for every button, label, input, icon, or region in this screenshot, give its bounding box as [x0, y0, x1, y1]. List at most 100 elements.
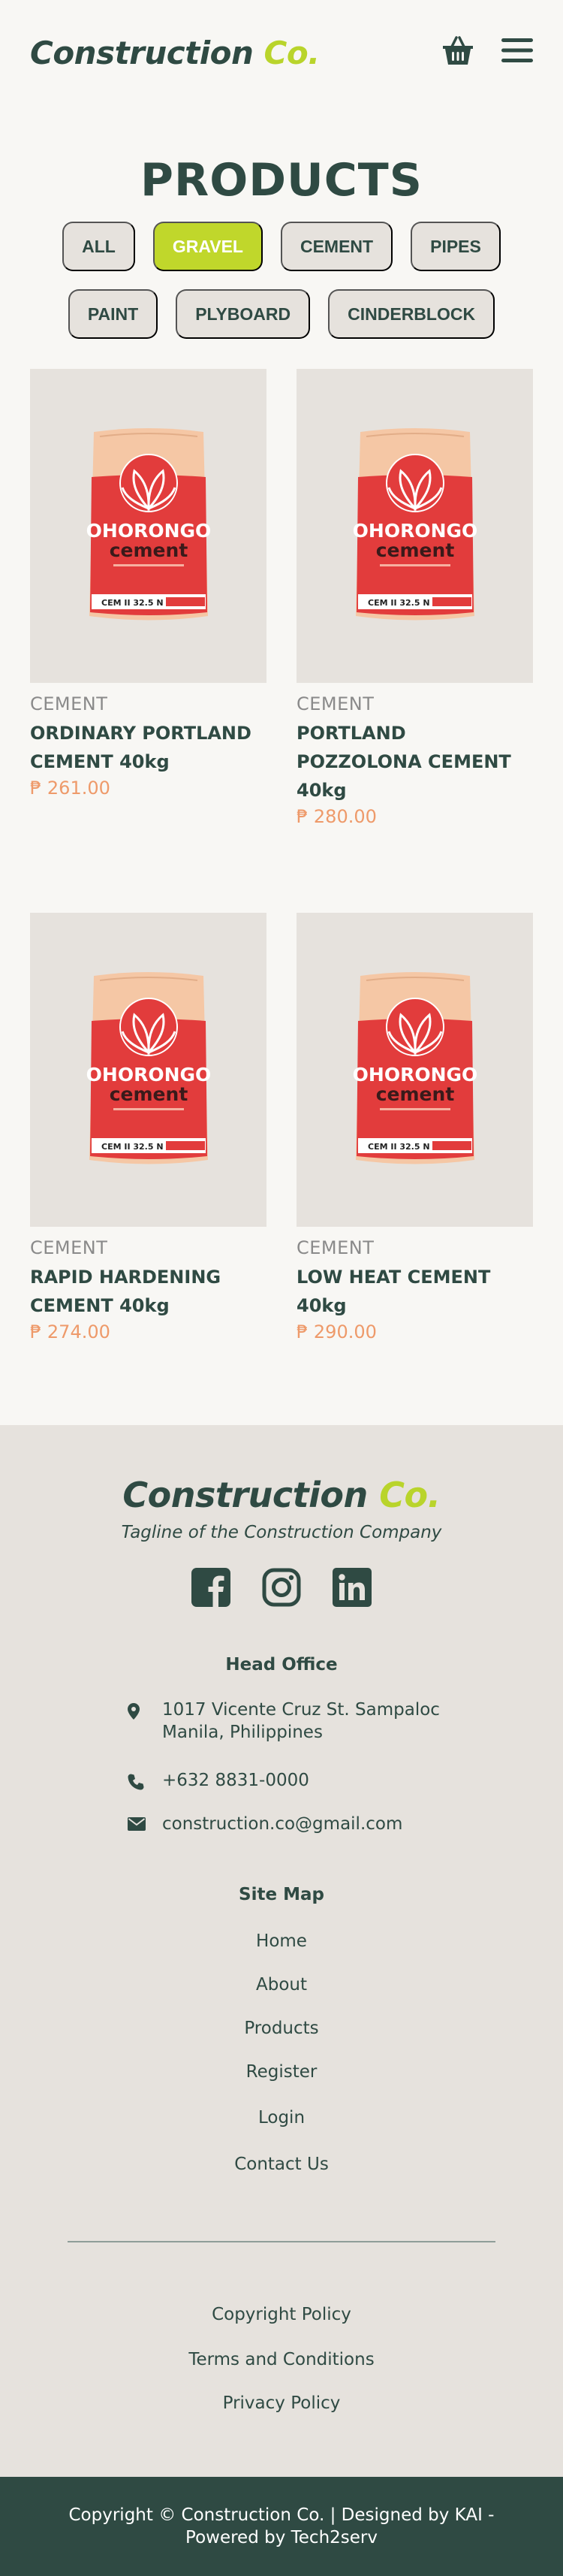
- bag-label-stripe: [165, 1141, 205, 1150]
- bag-label-stripe: [165, 597, 205, 606]
- footer-logo[interactable]: Construction Co.: [0, 1475, 563, 1515]
- site-map-links: Home About Products Register Login Conta…: [0, 1919, 563, 2187]
- sitemap-link-register[interactable]: Register: [0, 2050, 563, 2094]
- phone-row[interactable]: +632 8831-0000: [128, 1769, 563, 1792]
- product-price: ₱ 274.00: [30, 1321, 110, 1342]
- copyright-line-1: Copyright © Construction Co. | Designed …: [68, 2505, 495, 2525]
- policy-links: Copyright Policy Terms and Conditions Pr…: [0, 2292, 563, 2424]
- product-card[interactable]: OHORONGO cement CEM II 32.5 N CEMENT PORTL…: [297, 369, 533, 827]
- social-links: [0, 1568, 563, 1610]
- filter-cinderblock[interactable]: CINDERBLOCK: [328, 289, 495, 339]
- page-title: PRODUCTS: [140, 154, 423, 207]
- bag-fine-print: [379, 1108, 450, 1110]
- logo-accent-text: Co.: [263, 34, 321, 71]
- bag-brand-text: OHORONGO: [86, 1064, 211, 1086]
- bag-product-text: cement: [109, 1083, 188, 1105]
- bag-brand-text: OHORONGO: [352, 1064, 477, 1086]
- copyright-policy-link[interactable]: Copyright Policy: [0, 2292, 563, 2337]
- cement-bag-image: OHORONGOcement CEM II 32.5 N: [86, 428, 211, 621]
- cement-bag-image: OHORONGOcement CEM II 32.5 N: [352, 972, 477, 1164]
- product-card[interactable]: OHORONGO cement CEM II 32.5 N CEMENT LOW H…: [297, 913, 533, 1342]
- product-category: CEMENT: [297, 1237, 375, 1258]
- bag-product-text: cement: [109, 539, 188, 561]
- bag-spec-text: CEM II 32.5 N: [101, 1142, 164, 1152]
- privacy-policy-link[interactable]: Privacy Policy: [0, 2382, 563, 2424]
- products-section: PRODUCTS ALL GRAVEL CEMENT PIPES PAINT P…: [0, 154, 563, 1342]
- site-logo[interactable]: Construction Co.: [30, 35, 320, 71]
- hamburger-menu-icon[interactable]: [501, 37, 533, 64]
- product-name[interactable]: RAPID HARDENING CEMENT 40kg: [30, 1263, 266, 1320]
- product-name[interactable]: ORDINARY PORTLAND CEMENT 40kg: [30, 719, 266, 776]
- sitemap-link-contact-us[interactable]: Contact Us: [0, 2142, 563, 2187]
- linkedin-icon[interactable]: [333, 1568, 372, 1610]
- basket-icon[interactable]: [441, 35, 474, 66]
- head-office-title: Head Office: [225, 1655, 338, 1675]
- filter-plyboard[interactable]: PLYBOARD: [176, 289, 311, 339]
- filter-all[interactable]: ALL: [62, 222, 135, 271]
- sitemap-link-home[interactable]: Home: [0, 1919, 563, 1963]
- email-row[interactable]: construction.co@gmail.com: [128, 1813, 563, 1835]
- bag-fine-print: [379, 564, 450, 566]
- category-filters: ALL GRAVEL CEMENT PIPES PAINT PLYBOARD C…: [49, 222, 514, 339]
- terms-link[interactable]: Terms and Conditions: [0, 2337, 563, 2382]
- filter-pipes[interactable]: PIPES: [411, 222, 501, 271]
- header-icons: [441, 35, 533, 66]
- address-line-1: 1017 Vicente Cruz St. Sampaloc: [162, 1700, 440, 1720]
- bag-spec-text: CEM II 32.5 N: [101, 598, 164, 608]
- head-office: Head Office 1017 Vicente Cruz St. Sampal…: [0, 1655, 563, 1835]
- footer-logo-accent: Co.: [379, 1475, 441, 1515]
- product-price: ₱ 290.00: [297, 1321, 377, 1342]
- product-image[interactable]: OHORONGO cement CEM II 32.5 N: [297, 369, 533, 683]
- filter-gravel[interactable]: GRAVEL: [152, 222, 263, 271]
- bag-label-stripe: [432, 597, 471, 606]
- product-name[interactable]: PORTLAND POZZOLONA CEMENT 40kg: [297, 719, 533, 805]
- address-line-2: Manila, Philippines: [162, 1723, 323, 1742]
- product-grid: OHORONGO cement CEM II 32.5 N CEMENT ORDIN…: [30, 369, 533, 1342]
- phone-icon: [128, 1769, 162, 1790]
- bag-fine-print: [113, 1108, 184, 1110]
- footer-divider: [68, 2241, 495, 2242]
- product-price: ₱ 261.00: [30, 778, 110, 799]
- bag-product-text: cement: [375, 1083, 454, 1105]
- site-header: Construction Co.: [0, 0, 563, 105]
- product-name[interactable]: LOW HEAT CEMENT 40kg: [297, 1263, 533, 1320]
- bag-spec-text: CEM II 32.5 N: [368, 1142, 430, 1152]
- bag-label-stripe: [432, 1141, 471, 1150]
- instagram-icon[interactable]: [262, 1568, 301, 1610]
- envelope-icon: [128, 1813, 162, 1831]
- sitemap-link-about[interactable]: About: [0, 1963, 563, 2007]
- footer-logo-main: Construction: [122, 1475, 368, 1515]
- map-pin-icon: [128, 1699, 162, 1720]
- phone-number[interactable]: +632 8831-0000: [162, 1769, 309, 1792]
- logo-main-text: Construction: [30, 34, 254, 71]
- product-category: CEMENT: [30, 1237, 108, 1258]
- bag-product-text: cement: [375, 539, 454, 561]
- product-price: ₱ 280.00: [297, 806, 377, 827]
- filter-cement[interactable]: CEMENT: [280, 222, 393, 271]
- site-footer: Construction Co. Tagline of the Construc…: [0, 1425, 563, 2576]
- sitemap-link-products[interactable]: Products: [0, 2007, 563, 2050]
- email-address[interactable]: construction.co@gmail.com: [162, 1813, 402, 1835]
- bag-brand-text: OHORONGO: [352, 520, 477, 542]
- filter-paint[interactable]: PAINT: [68, 289, 158, 339]
- address-row: 1017 Vicente Cruz St. Sampaloc Manila, P…: [128, 1699, 563, 1744]
- site-map-title: Site Map: [239, 1885, 324, 1904]
- product-category: CEMENT: [297, 693, 375, 714]
- sitemap-link-login[interactable]: Login: [0, 2094, 563, 2142]
- product-category: CEMENT: [30, 693, 108, 714]
- copyright-bar: Copyright © Construction Co. | Designed …: [0, 2477, 563, 2576]
- product-card[interactable]: OHORONGO cement CEM II 32.5 N CEMENT ORDIN…: [30, 369, 266, 827]
- bag-spec-text: CEM II 32.5 N: [368, 598, 430, 608]
- facebook-icon[interactable]: [191, 1568, 230, 1610]
- bag-brand-text: OHORONGO: [86, 520, 211, 542]
- site-map: Site Map Home About Products Register Lo…: [0, 1885, 563, 2187]
- bag-fine-print: [113, 564, 184, 566]
- copyright-line-2: Powered by Tech2serv: [185, 2528, 378, 2547]
- product-card[interactable]: OHORONGO cement CEM II 32.5 N CEMENT RAPID…: [30, 913, 266, 1342]
- product-image[interactable]: OHORONGO cement CEM II 32.5 N: [30, 369, 266, 683]
- product-image[interactable]: OHORONGO cement CEM II 32.5 N: [297, 913, 533, 1227]
- tagline: Tagline of the Construction Company: [121, 1523, 442, 1542]
- cement-bag-image: OHORONGOcement CEM II 32.5 N: [86, 972, 211, 1164]
- product-image[interactable]: OHORONGO cement CEM II 32.5 N: [30, 913, 266, 1227]
- cement-bag-image: OHORONGOcement CEM II 32.5 N: [352, 428, 477, 621]
